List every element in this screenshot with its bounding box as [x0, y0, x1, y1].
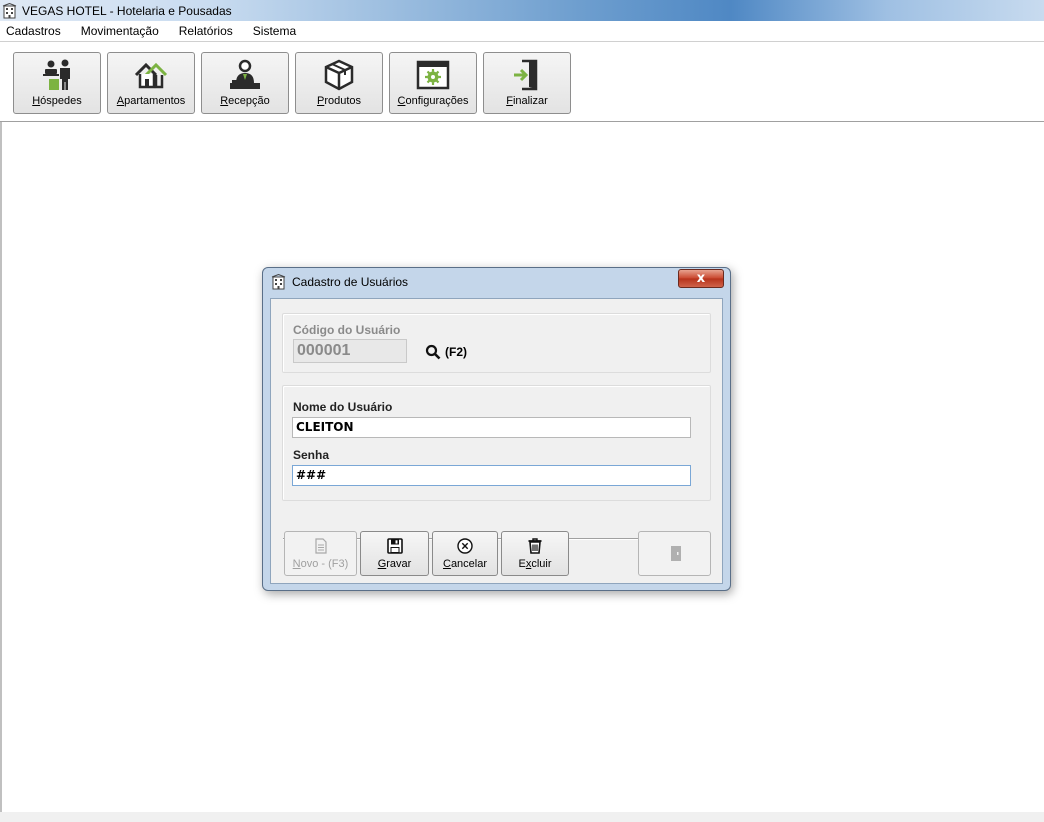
cancelar-button[interactable]: Cancelar [432, 531, 498, 576]
cancelar-mnemonic: C [442, 558, 451, 570]
finalizar-button[interactable]: Finalizar [483, 52, 571, 114]
save-floppy-icon [386, 538, 403, 554]
user-registration-dialog: Cadastro de Usuários x Código do Usuário… [262, 267, 731, 591]
gravar-label: ravar [386, 558, 412, 570]
password-label: Senha [293, 448, 330, 462]
configuracoes-button[interactable]: Configurações [389, 52, 477, 114]
dialog-title: Cadastro de Usuários [292, 275, 409, 289]
code-label: Código do Usuário [293, 323, 401, 337]
hospedes-button[interactable]: Hóspedes [13, 52, 101, 114]
main-toolbar: Hóspedes Apartamentos Recepção Produtos [0, 42, 1044, 122]
new-document-icon [314, 538, 327, 554]
app-title: VEGAS HOTEL - Hotelaria e Pousadas [22, 3, 232, 18]
apartamentos-mnemonic: A [116, 95, 125, 107]
close-icon: x [696, 271, 706, 286]
search-shortcut-hint: (F2) [445, 345, 467, 359]
novo-mnemonic: N [292, 558, 301, 570]
reception-icon [230, 59, 260, 89]
gravar-button[interactable]: Gravar [360, 531, 429, 576]
exit-dialog-button[interactable] [638, 531, 711, 576]
produtos-label: rodutos [324, 95, 362, 107]
settings-window-icon [416, 60, 450, 90]
dialog-body: Código do Usuário 000001 (F2) Nome do Us… [270, 298, 723, 584]
apartamentos-label: partamentos [124, 95, 186, 107]
password-input[interactable]: ### [292, 465, 691, 486]
exit-door-icon [514, 59, 538, 91]
box-icon [324, 59, 354, 91]
cancel-circle-icon [457, 538, 473, 554]
recepcao-label: ecepção [228, 95, 270, 107]
building-icon [271, 274, 286, 290]
search-icon[interactable] [425, 344, 441, 360]
excluir-button[interactable]: Excluir [501, 531, 569, 576]
finalizar-label: inalizar [512, 95, 548, 107]
configuracoes-label: onfigurações [405, 95, 469, 107]
recepcao-mnemonic: R [220, 95, 229, 107]
houses-icon [134, 62, 168, 89]
menu-sistema[interactable]: Sistema [247, 21, 302, 41]
gravar-mnemonic: G [377, 558, 387, 570]
app-title-bar: VEGAS HOTEL - Hotelaria e Pousadas [0, 0, 1044, 21]
building-icon [2, 2, 17, 18]
novo-label: ovo - (F3) [300, 558, 349, 570]
trash-icon [528, 538, 542, 554]
exit-door-icon [670, 546, 681, 561]
menu-movimentacao[interactable]: Movimentação [75, 21, 165, 41]
menu-relatorios[interactable]: Relatórios [173, 21, 239, 41]
apartamentos-button[interactable]: Apartamentos [107, 52, 195, 114]
dialog-close-button[interactable]: x [678, 269, 724, 288]
menu-bar: Cadastros Movimentação Relatórios Sistem… [0, 21, 1044, 42]
excluir-label: cluir [531, 558, 552, 570]
excluir-label-start: E [518, 558, 526, 570]
finalizar-mnemonic: F [506, 95, 513, 107]
hospedes-label: óspedes [40, 95, 82, 107]
user-details-group: Nome do Usuário CLEITON Senha ### [282, 385, 711, 501]
hospedes-mnemonic: H [32, 95, 41, 107]
code-group: Código do Usuário 000001 (F2) [282, 313, 711, 373]
recepcao-button[interactable]: Recepção [201, 52, 289, 114]
guests-icon [43, 59, 70, 90]
cancelar-label: ancelar [450, 558, 488, 570]
produtos-button[interactable]: Produtos [295, 52, 383, 114]
menu-cadastros[interactable]: Cadastros [0, 21, 67, 41]
dialog-title-bar[interactable]: Cadastro de Usuários [263, 268, 730, 296]
status-strip [0, 812, 1044, 822]
name-label: Nome do Usuário [293, 400, 393, 414]
novo-button[interactable]: Novo - (F3) [284, 531, 357, 576]
user-name-input[interactable]: CLEITON [292, 417, 691, 438]
user-code-input: 000001 [293, 339, 407, 363]
